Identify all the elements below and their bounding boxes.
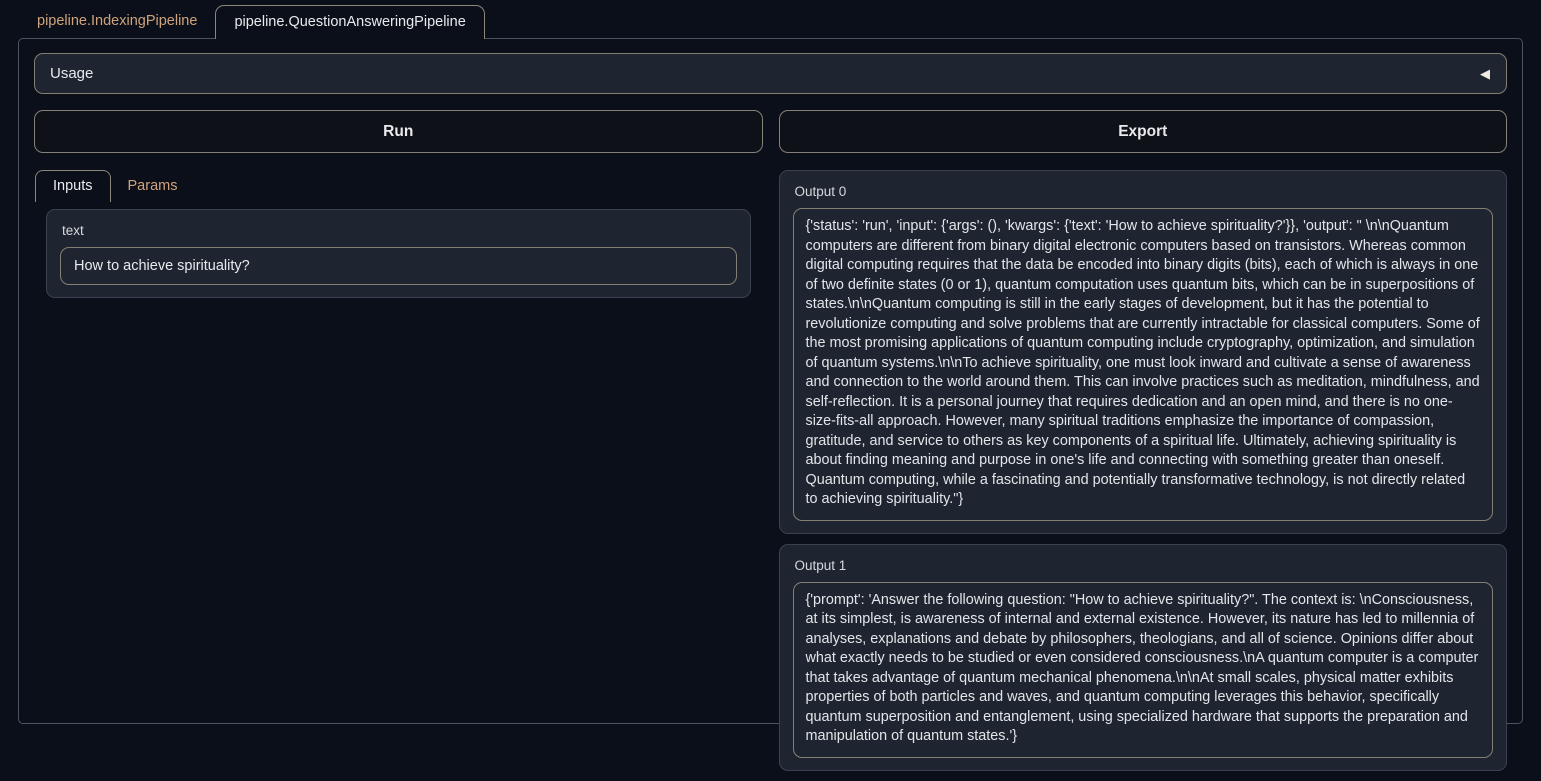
tab-question-answering-pipeline[interactable]: pipeline.QuestionAnsweringPipeline bbox=[215, 5, 484, 39]
tab-indexing-pipeline[interactable]: pipeline.IndexingPipeline bbox=[19, 5, 215, 38]
usage-accordion[interactable]: Usage ◀ bbox=[34, 53, 1507, 94]
right-column: Export Output 0 {'status': 'run', 'input… bbox=[779, 110, 1508, 781]
pipeline-tabbar: pipeline.IndexingPipeline pipeline.Quest… bbox=[0, 0, 1541, 38]
export-button[interactable]: Export bbox=[779, 110, 1508, 153]
run-button[interactable]: Run bbox=[34, 110, 763, 153]
text-field-label: text bbox=[62, 223, 737, 238]
pipeline-panel: Usage ◀ Run Inputs Params text Export Ou… bbox=[18, 38, 1523, 724]
tab-params[interactable]: Params bbox=[111, 171, 195, 202]
output-1-card: Output 1 {'prompt': 'Answer the followin… bbox=[779, 544, 1508, 771]
output-0-card: Output 0 {'status': 'run', 'input': {'ar… bbox=[779, 170, 1508, 534]
text-input[interactable] bbox=[60, 247, 737, 285]
output-1-label: Output 1 bbox=[795, 558, 1494, 573]
output-0-label: Output 0 bbox=[795, 184, 1494, 199]
collapse-left-icon: ◀ bbox=[1480, 66, 1490, 82]
tab-inputs[interactable]: Inputs bbox=[35, 170, 111, 202]
left-column: Run Inputs Params text bbox=[34, 110, 763, 298]
main-columns: Run Inputs Params text Export Output 0 {… bbox=[34, 110, 1507, 781]
output-1-textbox[interactable]: {'prompt': 'Answer the following questio… bbox=[793, 582, 1494, 758]
io-tabbar: Inputs Params bbox=[34, 170, 763, 202]
inputs-tabpanel: text bbox=[34, 202, 763, 298]
output-0-textbox[interactable]: {'status': 'run', 'input': {'args': (), … bbox=[793, 208, 1494, 521]
text-input-card: text bbox=[46, 209, 751, 298]
usage-accordion-label: Usage bbox=[50, 65, 93, 82]
